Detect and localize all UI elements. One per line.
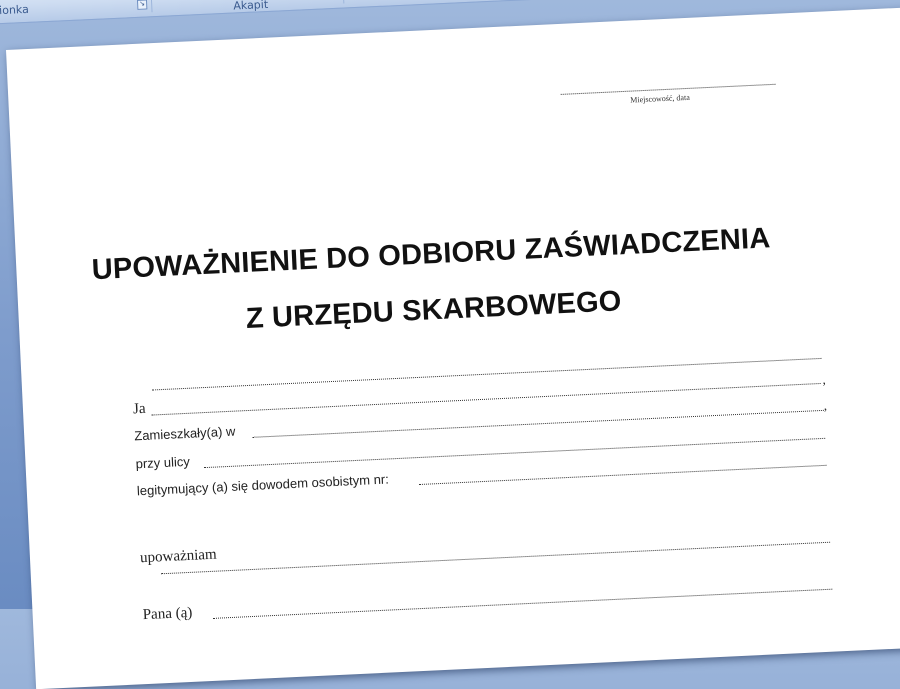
field-id-label: legitymujący (a) się dowodem osobistym n…	[136, 471, 390, 499]
field-ja-label: Ja	[132, 400, 146, 418]
field-id-line[interactable]	[418, 464, 827, 486]
document-page[interactable]: Miejscowość, data UPOWAŻNIENIE DO ODBIOR…	[6, 7, 900, 689]
field-street-label: przy ulicy	[135, 453, 191, 472]
authorize-text: upoważniam	[139, 546, 218, 567]
blank-line-top	[152, 357, 822, 391]
field-address-line[interactable]	[252, 409, 824, 438]
field-address-label: Zamieszkały(a) w	[133, 423, 236, 444]
field-pan-label: Pana (ą)	[142, 604, 193, 624]
ribbon-group-font[interactable]: zcionka ↘	[0, 0, 153, 20]
ribbon-group-font-label: zcionka	[0, 2, 30, 18]
comma: ,	[823, 397, 828, 413]
document-title-line2: Z URZĘDU SKARBOWEGO	[245, 285, 623, 335]
blank-line-mid	[160, 541, 831, 575]
place-date-caption: Miejscowość, data	[630, 92, 690, 105]
dialog-launcher-icon[interactable]: ↘	[136, 0, 148, 10]
comma: ,	[822, 371, 827, 387]
field-pan-line[interactable]	[212, 588, 833, 619]
ribbon-group-paragraph[interactable]: Akapit	[152, 0, 345, 13]
ribbon-group-paragraph-label: Akapit	[233, 0, 269, 13]
field-street-line[interactable]	[203, 437, 826, 469]
field-ja-line[interactable]	[151, 382, 821, 416]
